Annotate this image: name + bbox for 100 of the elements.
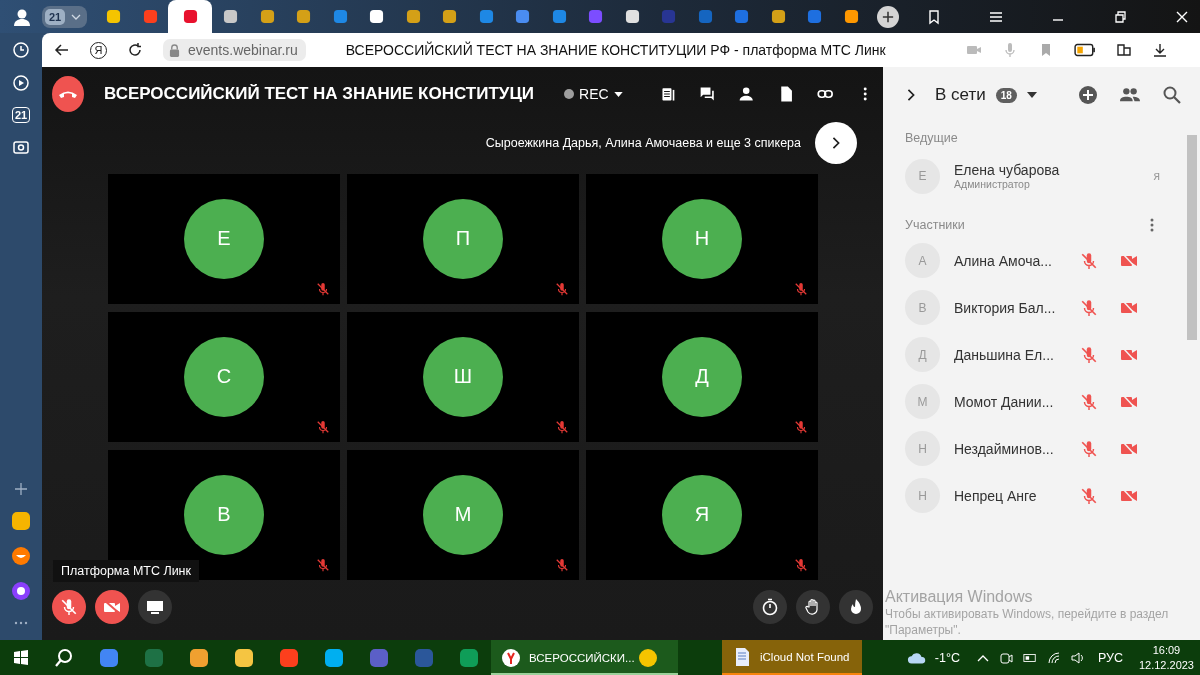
participant-avatar: Н xyxy=(905,431,940,466)
muted-microphone-icon[interactable] xyxy=(1080,298,1098,317)
page-title: ВСЕРОССИЙСКИЙ ТЕСТ НА ЗНАНИЕ КОНСТИТУЦИИ РФ - платформа МТС Линк xyxy=(345,42,886,58)
reload-icon[interactable] xyxy=(127,42,143,58)
download-icon[interactable] xyxy=(1152,42,1168,58)
participant-row[interactable]: Е Елена чубарова Администратор я xyxy=(905,145,1160,207)
microphone-button[interactable] xyxy=(52,589,86,624)
muted-microphone-icon[interactable] xyxy=(1080,251,1098,270)
speakers-label: Сыроежкина Дарья, Алина Амочаева и еще 3 спикера xyxy=(485,135,801,150)
taskbar-task[interactable]: iCloud Not Found xyxy=(722,640,862,675)
reaction-button[interactable] xyxy=(839,589,873,624)
caret-icon[interactable] xyxy=(1026,92,1037,98)
start-icon[interactable] xyxy=(13,649,29,666)
online-count: 18 xyxy=(995,87,1017,103)
participant-row[interactable]: М Момот Дании... xyxy=(905,378,1160,425)
caret-icon xyxy=(613,91,623,97)
app-icon[interactable] xyxy=(324,647,344,668)
participant-avatar: Н xyxy=(905,478,940,513)
participant-avatar: М xyxy=(423,474,503,555)
activation-title: Активация Windows xyxy=(885,587,1034,606)
participant-avatar: Е xyxy=(184,198,264,279)
participant-name: Виктория Бал... xyxy=(954,299,1057,316)
app-icon[interactable] xyxy=(11,511,31,531)
chevron-down-icon xyxy=(71,13,82,20)
end-call-button[interactable] xyxy=(52,76,84,113)
muted-microphone-icon[interactable] xyxy=(1080,392,1098,411)
participant-name: Даньшина Ел... xyxy=(954,346,1055,363)
participant-row[interactable]: Н Нездайминов... xyxy=(905,425,1160,472)
recording-button[interactable]: REC xyxy=(558,85,629,104)
taskbar-task[interactable]: ВСЕРОССИЙСКИ... xyxy=(491,640,678,675)
participant-avatar: М xyxy=(905,384,940,419)
participant-row[interactable]: Н Непрец Анге xyxy=(905,472,1160,519)
browser-icon xyxy=(501,647,521,668)
new-tab-button[interactable] xyxy=(877,5,900,28)
bookmarks-icon[interactable] xyxy=(926,8,942,25)
wifi-icon[interactable] xyxy=(1046,650,1061,665)
back-icon[interactable] xyxy=(54,42,70,58)
participant-name: Момот Дании... xyxy=(954,393,1055,410)
browser-tab[interactable] xyxy=(168,0,213,33)
app-icon[interactable] xyxy=(11,546,31,566)
participant-name: Алина Амоча... xyxy=(954,252,1053,269)
camera-icon[interactable] xyxy=(12,138,30,156)
app-icon[interactable] xyxy=(189,647,209,668)
participant-name: Нездайминов... xyxy=(954,440,1055,457)
section-heading: Участники xyxy=(905,218,965,232)
chevron-right-icon xyxy=(830,136,842,149)
next-button[interactable] xyxy=(815,121,857,164)
activation-text: Чтобы активировать Windows, перейдите в раздел "Параметры". xyxy=(885,605,1170,638)
input-language[interactable]: РУС xyxy=(1097,650,1123,665)
participant-avatar: В xyxy=(184,474,264,555)
participant-avatar: А xyxy=(905,243,940,278)
temperature[interactable]: -1°C xyxy=(934,650,960,665)
play-icon[interactable] xyxy=(12,74,30,92)
add-icon[interactable] xyxy=(1078,85,1098,105)
volume-icon[interactable] xyxy=(1070,650,1085,665)
taskbar-clock[interactable]: 16:09 12.12.2023 xyxy=(1138,644,1194,671)
participant-avatar: Я xyxy=(662,474,742,555)
screen-share-button[interactable] xyxy=(138,589,172,624)
history-icon[interactable] xyxy=(12,41,30,59)
muted-microphone-icon xyxy=(60,597,78,616)
participant-row[interactable]: В Виктория Бал... xyxy=(905,284,1160,331)
lock-icon[interactable] xyxy=(169,43,180,57)
search-icon[interactable] xyxy=(1162,85,1182,105)
search-icon[interactable] xyxy=(54,647,74,668)
self-tag: я xyxy=(1153,169,1160,183)
calendar-badge[interactable]: 21 xyxy=(11,107,31,123)
platform-toast: Платформа МТС Линк xyxy=(53,560,199,582)
plus-icon xyxy=(882,10,895,23)
muted-microphone-icon[interactable] xyxy=(1080,439,1098,458)
add-icon[interactable] xyxy=(14,482,28,496)
raise-hand-button[interactable] xyxy=(796,589,830,624)
participant-role: Администратор xyxy=(954,178,1031,190)
participant-name: Елена чубарова xyxy=(954,162,1060,178)
timer-icon xyxy=(761,597,779,616)
restore-icon[interactable] xyxy=(1112,8,1128,25)
collapse-icon[interactable] xyxy=(905,89,917,101)
section-heading: Ведущие xyxy=(905,131,959,145)
participant-avatar: Е xyxy=(905,158,940,194)
scrollbar-thumb[interactable] xyxy=(1187,135,1197,340)
muted-microphone-icon[interactable] xyxy=(1080,486,1098,505)
app-icon[interactable] xyxy=(459,647,479,668)
participant-row[interactable]: А Алина Амоча... xyxy=(905,237,1160,284)
panel-title: В сети xyxy=(935,85,986,105)
record-dot-icon xyxy=(564,89,575,100)
tab-group[interactable]: 21 xyxy=(42,5,88,28)
muted-microphone-icon[interactable] xyxy=(1080,345,1098,364)
timer-button[interactable] xyxy=(753,589,787,624)
participant-avatar: Ш xyxy=(423,336,503,417)
participant-avatar: П xyxy=(423,198,503,279)
app-icon[interactable] xyxy=(638,647,658,668)
extensions-icon[interactable] xyxy=(1116,42,1132,58)
app-icon[interactable] xyxy=(234,647,254,668)
participant-row[interactable]: Д Даньшина Ел... xyxy=(905,331,1160,378)
participant-avatar: В xyxy=(905,290,940,325)
meeting-title: ВСЕРОССИЙСКИЙ ТЕСТ НА ЗНАНИЕ КОНСТИТУЦИ xyxy=(104,84,535,105)
participant-avatar: Д xyxy=(905,337,940,372)
camera-button[interactable] xyxy=(95,589,129,624)
participant-name: Непрец Анге xyxy=(954,487,1038,504)
participant-avatar: Д xyxy=(662,336,742,417)
participant-avatar: С xyxy=(184,336,264,417)
